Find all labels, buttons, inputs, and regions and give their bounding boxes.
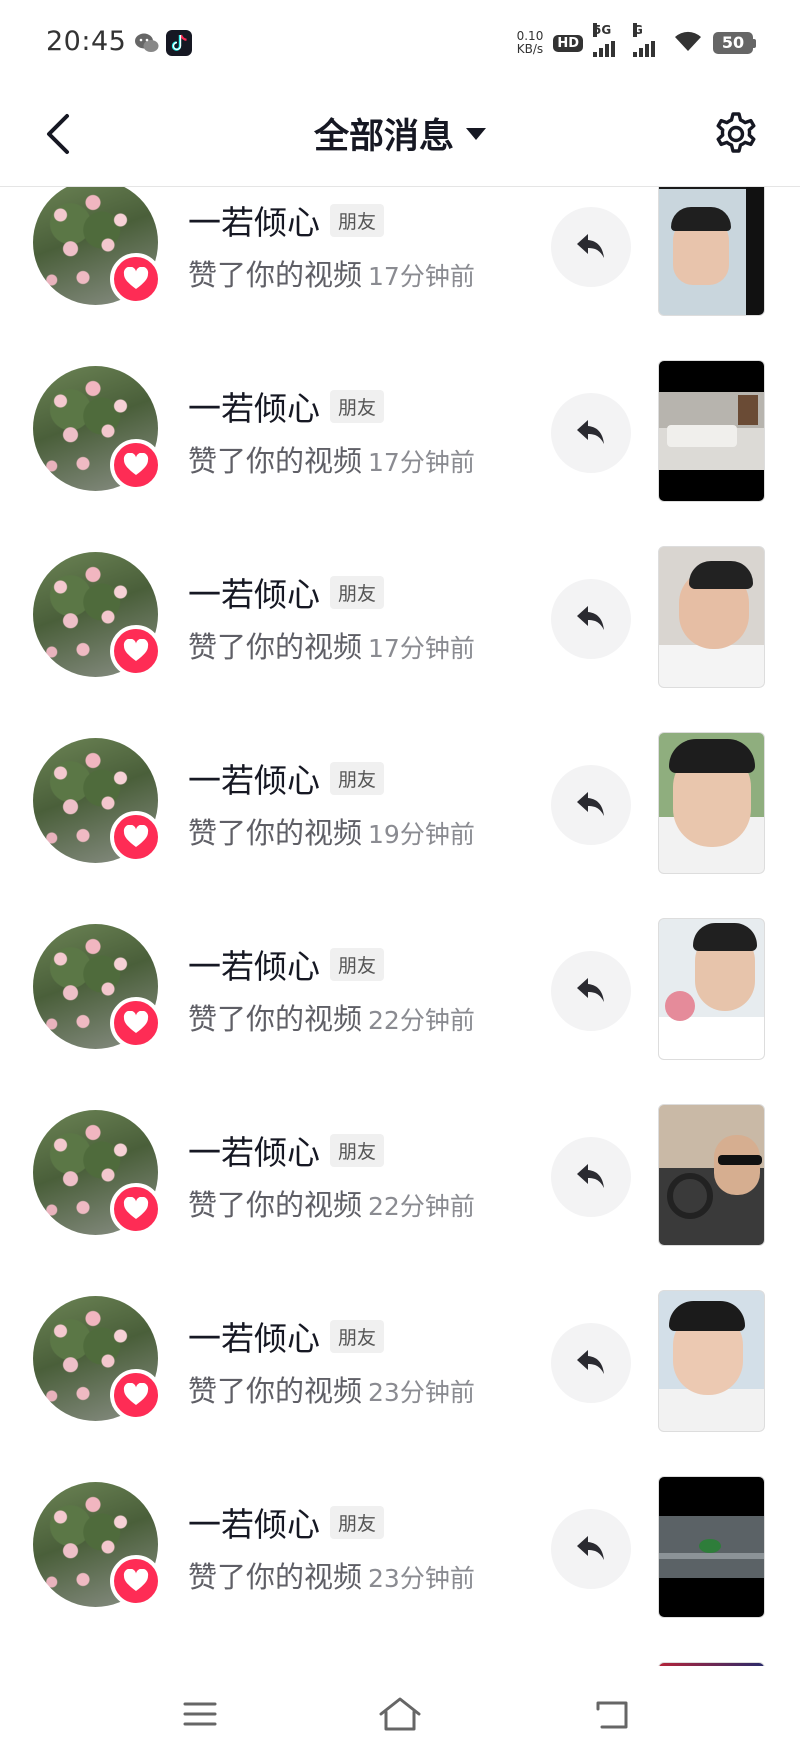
reply-arrow-icon (577, 978, 604, 1002)
wechat-icon (134, 30, 160, 56)
video-thumbnail[interactable] (658, 1476, 765, 1618)
reply-arrow-icon (577, 606, 604, 630)
message-filter-dropdown[interactable]: 全部消息 (0, 108, 800, 159)
reply-arrow-icon (577, 1350, 604, 1374)
friend-tag: 朋友 (330, 576, 385, 609)
reply-button[interactable] (551, 1137, 631, 1217)
wifi-icon (673, 29, 703, 57)
heart-badge-icon (110, 811, 162, 863)
friend-tag: 朋友 (330, 1320, 385, 1353)
caret-down-icon (466, 128, 486, 140)
notification-row[interactable]: 一若倾心 朋友 赞了你的视频 22分钟前 (0, 898, 800, 1084)
battery-icon: 50 (713, 32, 756, 54)
status-indicators: 0.10 KB/s HD 5G G 50 (516, 23, 756, 60)
notification-row[interactable]: 一若倾心 朋友 赞了你的视频 22分钟前 (0, 1084, 800, 1270)
back-icon (596, 1701, 628, 1729)
reply-arrow-icon (577, 1164, 604, 1188)
timestamp: 17分钟前 (368, 448, 475, 477)
status-time: 20:45 (46, 26, 127, 57)
sender-name[interactable]: 一若倾心 朋友 (188, 382, 385, 430)
reply-button[interactable] (551, 765, 631, 845)
reply-button[interactable] (551, 393, 631, 473)
notification-list[interactable]: 一若倾心 朋友 赞了你的视频 17分钟前 一若倾心 朋友 赞了你的视频 17分钟前 (0, 186, 800, 1666)
sender-name[interactable]: 一若倾心 朋友 (188, 196, 385, 244)
notification-text: 赞了你的视频 23分钟前 (188, 1374, 475, 1408)
video-thumbnail[interactable] (658, 186, 765, 316)
timestamp: 17分钟前 (368, 262, 475, 291)
network-speed: 0.10 KB/s (516, 29, 544, 56)
menu-icon (183, 1702, 217, 1726)
settings-button[interactable] (708, 106, 764, 162)
heart-badge-icon (110, 1183, 162, 1235)
friend-tag: 朋友 (330, 390, 385, 423)
reply-button[interactable] (551, 1323, 631, 1403)
timestamp: 17分钟前 (368, 634, 475, 663)
video-thumbnail[interactable] (658, 546, 765, 688)
signal-5g-icon: 5G (593, 23, 623, 57)
notification-text: 赞了你的视频 17分钟前 (188, 630, 475, 664)
status-bar: 20:45 0.10 KB/s HD 5G G 50 (0, 0, 800, 84)
reply-button[interactable] (551, 579, 631, 659)
notification-text: 赞了你的视频 17分钟前 (188, 258, 475, 292)
sender-name[interactable]: 一若倾心 朋友 (188, 1126, 385, 1174)
video-thumbnail[interactable] (658, 1290, 765, 1432)
video-thumbnail[interactable] (658, 918, 765, 1060)
notification-text: 赞了你的视频 23分钟前 (188, 1560, 475, 1594)
heart-badge-icon (110, 1369, 162, 1421)
notification-text: 赞了你的视频 19分钟前 (188, 816, 475, 850)
reply-button[interactable] (551, 951, 631, 1031)
friend-tag: 朋友 (330, 762, 385, 795)
reply-arrow-icon (577, 234, 604, 258)
douyin-icon (166, 30, 192, 56)
notification-text: 赞了你的视频 22分钟前 (188, 1188, 475, 1222)
hd-indicator: HD (553, 34, 583, 52)
timestamp: 19分钟前 (368, 820, 475, 849)
heart-badge-icon (110, 1555, 162, 1607)
friend-tag: 朋友 (330, 948, 385, 981)
notification-row[interactable]: 一若倾心 朋友 赞了你的视频 23分钟前 (0, 1456, 800, 1642)
notification-row[interactable]: 一若倾心 朋友 赞了你的视频 23分钟前 (0, 1270, 800, 1456)
heart-badge-icon (110, 997, 162, 1049)
timestamp: 23分钟前 (368, 1564, 475, 1593)
reply-arrow-icon (577, 792, 604, 816)
notification-row[interactable]: 一若倾心 朋友 赞了你的视频 17分钟前 (0, 186, 800, 340)
menu-button[interactable] (170, 1684, 230, 1744)
header: 全部消息 (0, 84, 800, 187)
friend-tag: 朋友 (330, 1506, 385, 1539)
system-navigation-bar (0, 1666, 800, 1760)
timestamp: 23分钟前 (368, 1378, 475, 1407)
notification-row[interactable]: 一若倾心 朋友 赞了你的视频 19分钟前 (0, 712, 800, 898)
home-button[interactable] (370, 1684, 430, 1744)
notification-text: 赞了你的视频 22分钟前 (188, 1002, 475, 1036)
timestamp: 22分钟前 (368, 1192, 475, 1221)
notification-row[interactable] (0, 1642, 800, 1666)
timestamp: 22分钟前 (368, 1006, 475, 1035)
notification-row[interactable]: 一若倾心 朋友 赞了你的视频 17分钟前 (0, 340, 800, 526)
sender-name[interactable]: 一若倾心 朋友 (188, 568, 385, 616)
signal-g-icon: G (633, 23, 663, 57)
sender-name[interactable]: 一若倾心 朋友 (188, 1312, 385, 1360)
sender-name[interactable]: 一若倾心 朋友 (188, 940, 385, 988)
video-thumbnail[interactable] (658, 360, 765, 502)
reply-button[interactable] (551, 1509, 631, 1589)
sender-name[interactable]: 一若倾心 朋友 (188, 754, 385, 802)
video-thumbnail[interactable] (658, 1104, 765, 1246)
reply-arrow-icon (577, 420, 604, 444)
reply-arrow-icon (577, 1536, 604, 1560)
page-title: 全部消息 (313, 117, 454, 157)
friend-tag: 朋友 (330, 204, 385, 237)
home-icon (379, 1697, 421, 1731)
video-thumbnail[interactable] (658, 732, 765, 874)
gear-icon (716, 112, 756, 153)
sender-name[interactable]: 一若倾心 朋友 (188, 1498, 385, 1546)
notification-row[interactable]: 一若倾心 朋友 赞了你的视频 17分钟前 (0, 526, 800, 712)
heart-badge-icon (110, 253, 162, 305)
heart-badge-icon (110, 439, 162, 491)
reply-button[interactable] (551, 207, 631, 287)
heart-badge-icon (110, 625, 162, 677)
friend-tag: 朋友 (330, 1134, 385, 1167)
notification-text: 赞了你的视频 17分钟前 (188, 444, 475, 478)
system-back-button[interactable] (582, 1684, 642, 1744)
